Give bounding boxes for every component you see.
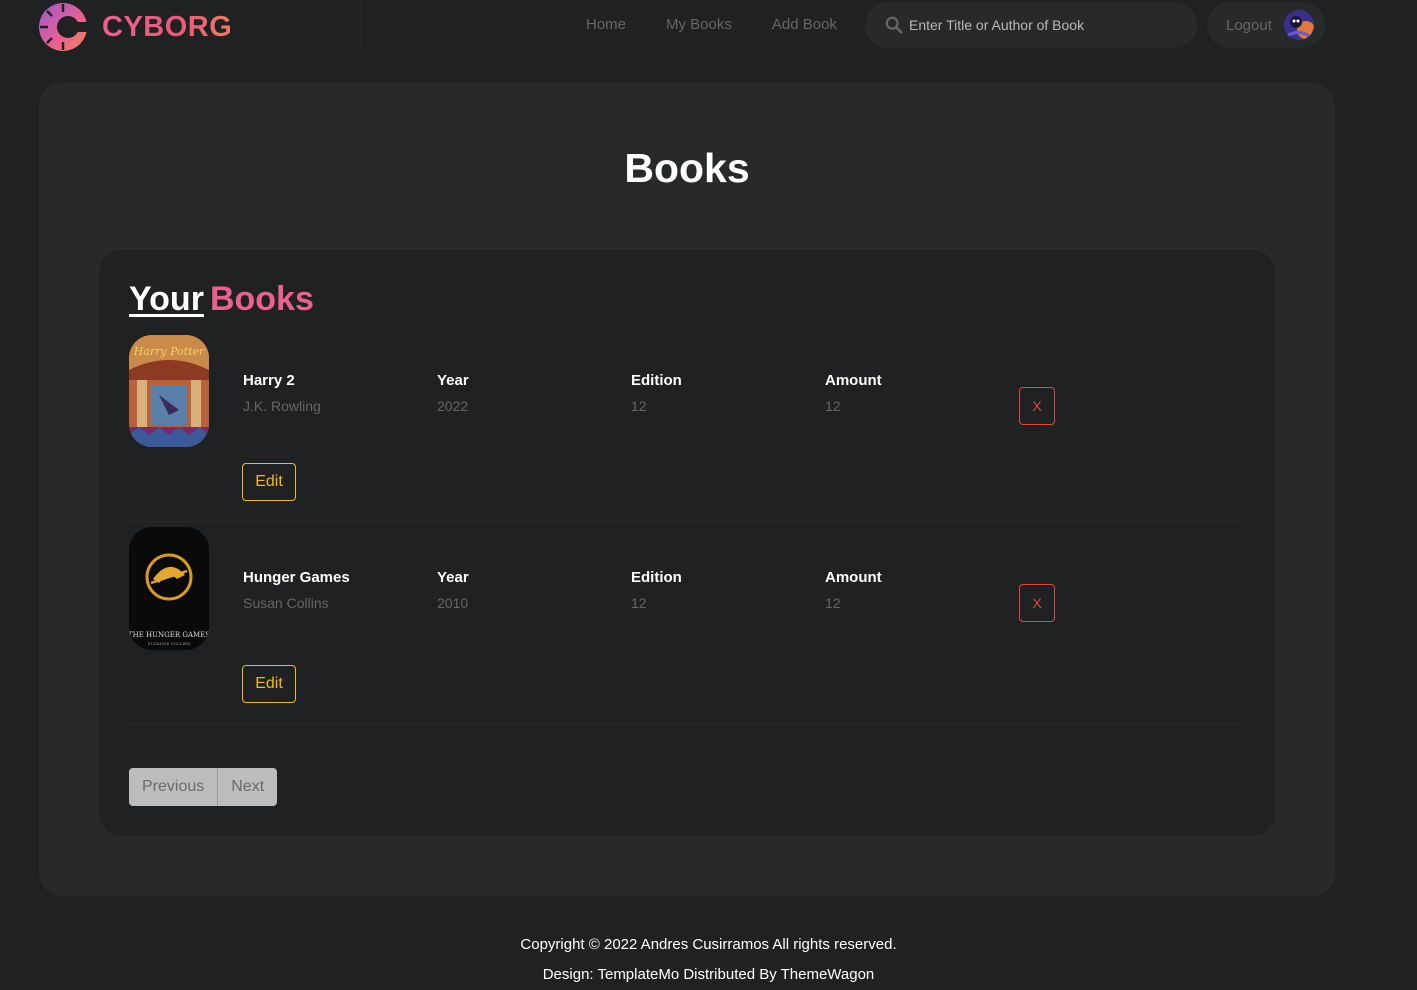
page-title: Books xyxy=(624,145,750,191)
main-nav: Home My Books Add Book xyxy=(586,16,837,33)
books-panel: Your Books Harry Potter Harry 2 J.K. Row… xyxy=(99,250,1275,836)
search-bar xyxy=(865,2,1197,48)
edition-label: Edition xyxy=(631,372,682,389)
page-card: Books Your Books Harry Potter Harry 2 J.… xyxy=(39,83,1335,896)
edition-value: 12 xyxy=(631,398,647,414)
section-title: Your Books xyxy=(129,280,314,319)
year-value: 2010 xyxy=(437,595,469,611)
svg-text:Harry Potter: Harry Potter xyxy=(133,345,205,358)
edition-value: 12 xyxy=(631,595,647,611)
delete-book-button[interactable]: X xyxy=(1019,387,1055,425)
svg-text:THE HUNGER GAMES: THE HUNGER GAMES xyxy=(129,631,209,639)
edit-book-button[interactable]: Edit xyxy=(242,463,296,501)
profile-button[interactable]: Logout xyxy=(1207,2,1325,48)
edition-label: Edition xyxy=(631,569,682,586)
year-value: 2022 xyxy=(437,398,469,414)
book-title: Hunger Games xyxy=(243,569,350,586)
nav-my-books[interactable]: My Books xyxy=(666,16,732,33)
book-amount-col: Amount 12 xyxy=(825,372,882,414)
book-edition-col: Edition 12 xyxy=(631,372,682,414)
book-title: Harry 2 xyxy=(243,372,295,389)
book-author: J.K. Rowling xyxy=(243,398,321,414)
nav-home[interactable]: Home xyxy=(586,16,626,33)
search-icon xyxy=(885,16,903,34)
amount-label: Amount xyxy=(825,569,882,586)
svg-text:SUZANNE COLLINS: SUZANNE COLLINS xyxy=(148,641,191,646)
footer-copyright: Copyright © 2022 Andres Cusirramos All r… xyxy=(520,936,897,953)
book-title-col: Hunger Games Susan Collins xyxy=(243,569,350,611)
footer: Copyright © 2022 Andres Cusirramos All r… xyxy=(0,930,1417,990)
edit-book-button[interactable]: Edit xyxy=(242,665,296,703)
logo-icon xyxy=(39,3,88,51)
amount-value: 12 xyxy=(825,595,841,611)
amount-label: Amount xyxy=(825,372,882,389)
header-divider xyxy=(361,0,362,50)
search-input[interactable] xyxy=(909,17,1179,33)
pagination: Previous Next xyxy=(129,768,278,806)
logout-label: Logout xyxy=(1226,16,1272,34)
year-label: Year xyxy=(437,372,469,389)
section-title-books: Books xyxy=(209,280,314,318)
book-year-col: Year 2022 xyxy=(437,372,469,414)
next-button[interactable]: Next xyxy=(218,768,278,806)
book-cover-image[interactable]: THE HUNGER GAMES SUZANNE COLLINS xyxy=(129,527,209,650)
book-item: Harry Potter Harry 2 J.K. Rowling Year 2… xyxy=(129,335,1241,522)
book-edition-col: Edition 12 xyxy=(631,569,682,611)
delete-book-button[interactable]: X xyxy=(1019,584,1055,622)
book-year-col: Year 2010 xyxy=(437,569,469,611)
section-title-your: Your xyxy=(129,280,204,318)
previous-button[interactable]: Previous xyxy=(129,768,219,806)
nav-add-book[interactable]: Add Book xyxy=(772,16,837,33)
book-title-col: Harry 2 J.K. Rowling xyxy=(243,372,321,414)
footer-design-credit: Design: TemplateMo Distributed By ThemeW… xyxy=(542,966,875,983)
brand-name: CYBORG xyxy=(102,10,233,43)
header: CYBORG Home My Books Add Book Logout xyxy=(0,0,1417,56)
logo[interactable]: CYBORG xyxy=(38,2,232,52)
book-cover-image[interactable]: Harry Potter xyxy=(129,335,209,447)
amount-value: 12 xyxy=(825,398,841,414)
book-author: Susan Collins xyxy=(243,595,329,611)
year-label: Year xyxy=(437,569,469,586)
book-item: THE HUNGER GAMES SUZANNE COLLINS Hunger … xyxy=(129,527,1241,724)
avatar[interactable] xyxy=(1284,10,1314,40)
book-amount-col: Amount 12 xyxy=(825,569,882,611)
